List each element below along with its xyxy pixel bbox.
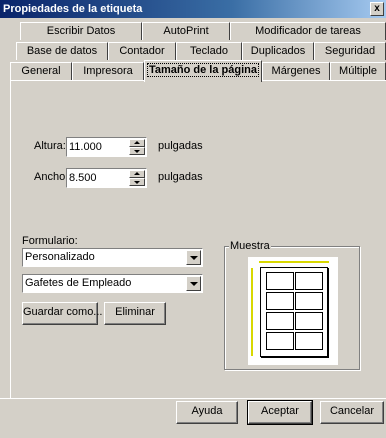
tab-panel xyxy=(10,80,386,398)
tab-multiple[interactable]: Múltiple xyxy=(330,62,386,80)
save-as-button[interactable]: Guardar como... xyxy=(22,302,102,325)
delete-button[interactable]: Eliminar xyxy=(104,302,166,325)
width-spinner[interactable]: 8.500 xyxy=(66,168,147,188)
chevron-down-icon[interactable] xyxy=(186,276,201,291)
form-name-value: Gafetes de Empleado xyxy=(25,277,132,289)
close-button[interactable]: x xyxy=(370,2,384,16)
tab-base-de-datos[interactable]: Base de datos xyxy=(16,42,108,60)
form-type-select[interactable]: Personalizado xyxy=(22,248,203,267)
height-decrement-button[interactable] xyxy=(129,147,145,155)
form-name-select[interactable]: Gafetes de Empleado xyxy=(22,274,203,293)
tab-margenes[interactable]: Márgenes xyxy=(262,62,330,80)
accept-button[interactable]: Aceptar xyxy=(247,400,313,425)
width-decrement-button[interactable] xyxy=(129,178,145,186)
height-label: Altura: xyxy=(34,140,66,152)
height-spinner[interactable]: 11.000 xyxy=(66,137,147,157)
tab-general[interactable]: General xyxy=(10,62,72,80)
tab-duplicados[interactable]: Duplicados xyxy=(242,42,314,60)
tab-impresora[interactable]: Impresora xyxy=(72,62,144,80)
width-value[interactable]: 8.500 xyxy=(69,171,127,187)
form-type-value: Personalizado xyxy=(25,251,95,263)
tab-contador[interactable]: Contador xyxy=(108,42,176,60)
tab-teclado[interactable]: Teclado xyxy=(176,42,242,60)
help-button[interactable]: Ayuda xyxy=(176,401,238,424)
width-increment-button[interactable] xyxy=(129,170,145,178)
tab-seguridad[interactable]: Seguridad xyxy=(314,42,386,60)
tab-tamano-de-la-pagina[interactable]: Tamaño de la página xyxy=(144,60,262,82)
dialog-footer: Ayuda Aceptar Cancelar xyxy=(0,398,386,438)
tab-escribir-datos[interactable]: Escribir Datos xyxy=(20,22,142,40)
height-increment-button[interactable] xyxy=(129,139,145,147)
title-bar: Propiedades de la etiqueta x xyxy=(0,0,386,18)
tab-autoprint[interactable]: AutoPrint xyxy=(142,22,230,40)
cancel-button[interactable]: Cancelar xyxy=(320,401,384,424)
height-value[interactable]: 11.000 xyxy=(69,140,127,156)
chevron-down-icon[interactable] xyxy=(186,250,201,265)
window-title: Propiedades de la etiqueta xyxy=(3,3,143,15)
tab-modificador-de-tareas[interactable]: Modificador de tareas xyxy=(230,22,386,40)
